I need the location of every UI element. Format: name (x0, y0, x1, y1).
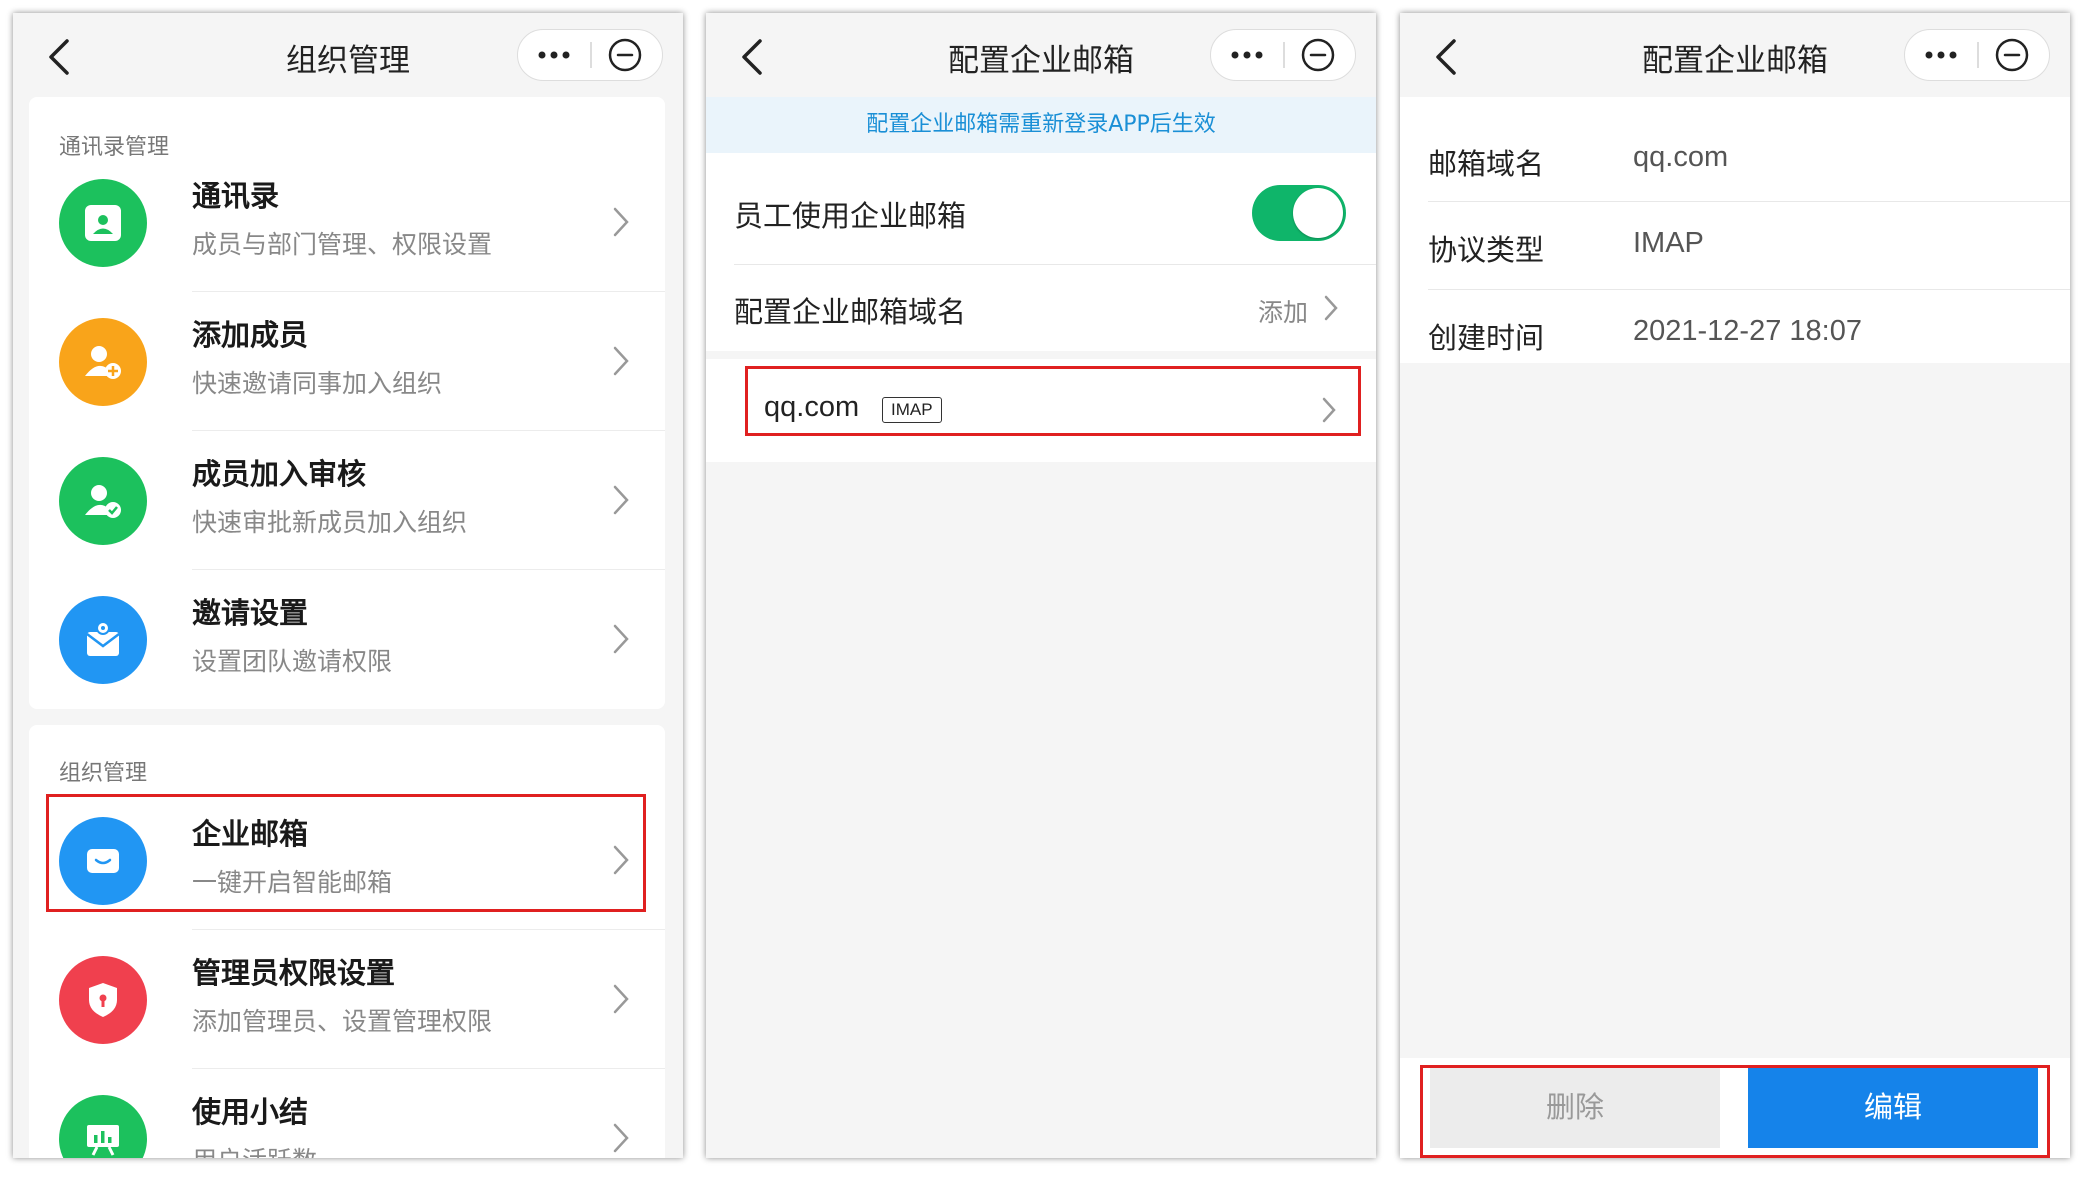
capsule-menu (1210, 29, 1356, 81)
more-button[interactable] (1211, 30, 1283, 79)
domain-config-label: 配置企业邮箱域名 (734, 295, 967, 329)
menu-item-invite-settings[interactable]: 邀请设置 设置团队邀请权限 (29, 570, 665, 709)
close-button[interactable] (1285, 30, 1355, 79)
delete-button[interactable]: 删除 (1430, 1066, 1720, 1148)
menu-item-contacts[interactable]: 通讯录 成员与部门管理、权限设置 (29, 153, 665, 292)
navbar: 配置企业邮箱 (1400, 13, 2070, 97)
item-subtitle: 快速邀请同事加入组织 (192, 369, 443, 398)
item-subtitle: 添加管理员、设置管理权限 (192, 1007, 493, 1036)
item-subtitle: 快速审批新成员加入组织 (192, 508, 468, 537)
more-button[interactable] (518, 30, 590, 79)
domain-config-row[interactable]: 配置企业邮箱域名 添加 (706, 265, 1376, 351)
item-subtitle: 成员与部门管理、权限设置 (192, 230, 493, 259)
chevron-right-icon (613, 845, 629, 875)
chevron-right-icon (613, 485, 629, 515)
item-subtitle: 一键开启智能邮箱 (192, 868, 393, 897)
edit-button[interactable]: 编辑 (1748, 1066, 2038, 1148)
configure-mail-screen: 配置企业邮箱 配置企业邮箱需重新登录APP后生效 员工使用企业邮箱 配置企业邮箱… (706, 13, 1376, 1158)
mail-icon (59, 817, 147, 905)
item-title: 企业邮箱 (192, 817, 309, 851)
divider (1428, 289, 2070, 290)
domain-list-item[interactable]: qq.com IMAP (706, 359, 1376, 462)
more-button[interactable] (1905, 30, 1977, 79)
chevron-right-icon (1322, 397, 1336, 423)
contacts-management-card: 通讯录管理 通讯录 成员与部门管理、权限设置 添加成员 快速邀请同事加入组织 成… (29, 97, 665, 709)
minus-circle-icon (1301, 38, 1335, 72)
settings-group: 员工使用企业邮箱 配置企业邮箱域名 添加 (706, 153, 1376, 351)
item-title: 邀请设置 (192, 596, 309, 630)
menu-item-member-review[interactable]: 成员加入审核 快速审批新成员加入组织 (29, 431, 665, 570)
menu-item-admin-permissions[interactable]: 管理员权限设置 添加管理员、设置管理权限 (29, 930, 665, 1069)
capsule-menu (517, 29, 663, 81)
field-label: 协议类型 (1428, 233, 1545, 267)
action-bar: 删除 编辑 (1400, 1058, 2070, 1158)
divider (1428, 201, 2070, 202)
chevron-right-icon (613, 984, 629, 1014)
protocol-badge: IMAP (882, 397, 942, 423)
toggle-knob (1293, 188, 1343, 238)
item-title: 管理员权限设置 (192, 956, 396, 990)
field-value: IMAP (1633, 227, 1704, 259)
field-label: 邮箱域名 (1428, 147, 1545, 181)
employee-mail-toggle[interactable] (1252, 185, 1346, 241)
user-check-icon (59, 457, 147, 545)
more-dots-icon (538, 51, 570, 59)
close-button[interactable] (592, 30, 662, 79)
org-management-screen: 组织管理 通讯录管理 通讯录 成员与部门管理、权限设置 添加成员 快速邀请同事加… (13, 13, 683, 1158)
mail-detail-screen: 配置企业邮箱 邮箱域名 qq.com 协议类型 IMAP 创建时间 2021-1… (1400, 13, 2070, 1158)
toggle-label: 员工使用企业邮箱 (734, 199, 967, 233)
navbar: 组织管理 (13, 13, 683, 97)
chevron-right-icon (613, 207, 629, 237)
org-management-card: 组织管理 企业邮箱 一键开启智能邮箱 管理员权限设置 添加管理员、设置管理权限 … (29, 725, 665, 1158)
field-value: qq.com (1633, 141, 1729, 173)
item-title: 通讯录 (192, 179, 280, 213)
more-dots-icon (1925, 51, 1957, 59)
minus-circle-icon (1995, 38, 2029, 72)
add-domain-link[interactable]: 添加 (1258, 293, 1308, 329)
invite-mail-icon (59, 596, 147, 684)
item-subtitle: 设置团队邀请权限 (192, 647, 393, 676)
chart-board-icon (59, 1095, 147, 1158)
chevron-right-icon (1324, 295, 1338, 321)
close-button[interactable] (1979, 30, 2049, 79)
field-value: 2021-12-27 18:07 (1633, 315, 1862, 347)
contact-card-icon (59, 179, 147, 267)
menu-item-enterprise-mail[interactable]: 企业邮箱 一键开启智能邮箱 (29, 791, 665, 930)
section-label: 组织管理 (59, 761, 148, 786)
chevron-right-icon (613, 346, 629, 376)
item-subtitle: 用户活跃数 (192, 1141, 317, 1158)
notice-banner: 配置企业邮箱需重新登录APP后生效 (706, 97, 1376, 153)
navbar: 配置企业邮箱 (706, 13, 1376, 97)
mail-info-list: 邮箱域名 qq.com 协议类型 IMAP 创建时间 2021-12-27 18… (1400, 97, 2070, 363)
add-user-icon (59, 318, 147, 406)
menu-item-add-member[interactable]: 添加成员 快速邀请同事加入组织 (29, 292, 665, 431)
chevron-right-icon (613, 1123, 629, 1153)
more-dots-icon (1231, 51, 1263, 59)
item-title: 使用小结 (192, 1095, 309, 1129)
item-title: 成员加入审核 (192, 457, 367, 491)
shield-icon (59, 956, 147, 1044)
domain-name: qq.com (764, 391, 860, 423)
item-title: 添加成员 (192, 318, 309, 352)
menu-item-usage-summary[interactable]: 使用小结 用户活跃数 (29, 1069, 665, 1158)
minus-circle-icon (608, 38, 642, 72)
capsule-menu (1904, 29, 2050, 81)
field-label: 创建时间 (1428, 321, 1545, 355)
chevron-right-icon (613, 624, 629, 654)
